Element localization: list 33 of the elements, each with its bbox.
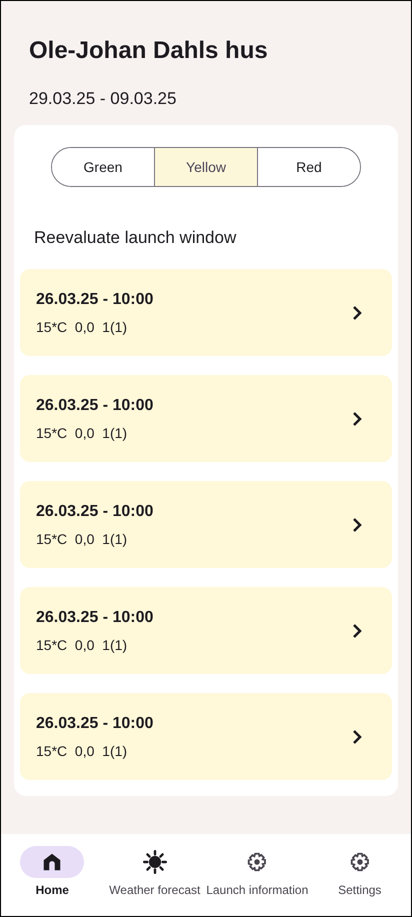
window-details: 15*C 0,0 1(1) [36,742,128,760]
chevron-right-icon [352,624,362,638]
window-datetime: 26.03.25 - 10:00 [36,396,154,416]
date-range: 29.03.25 - 09.03.25 [29,88,178,110]
launch-window-card[interactable]: 26.03.25 - 10:00 15*C 0,0 1(1) [20,587,392,674]
window-details: 15*C 0,0 1(1) [36,530,128,548]
window-details: 15*C 0,0 1(1) [36,424,128,442]
segment-tab[interactable]: Red [257,148,360,186]
page-title: Ole-Johan Dahls hus [29,36,269,66]
nav-item[interactable]: Home [1,846,104,898]
chevron-right-icon [352,730,362,744]
window-datetime: 26.03.25 - 10:00 [36,714,154,734]
launch-window-card[interactable]: 26.03.25 - 10:00 15*C 0,0 1(1) [20,693,392,780]
sun-icon [142,849,168,875]
launch-window-card[interactable]: 26.03.25 - 10:00 15*C 0,0 1(1) [20,269,392,356]
gear-icon [348,851,371,873]
segment-tab[interactable]: Yellow [154,148,257,186]
nav-item[interactable]: Launch information [206,846,308,898]
nav-item[interactable]: Settings [308,846,411,898]
home-icon [41,851,64,873]
chevron-right-icon [352,306,362,320]
window-datetime: 26.03.25 - 10:00 [36,502,154,522]
chevron-right-icon [352,518,362,532]
window-details: 15*C 0,0 1(1) [36,636,128,654]
gear-icon [246,851,268,873]
launch-window-card[interactable]: 26.03.25 - 10:00 15*C 0,0 1(1) [20,481,392,568]
chevron-right-icon [352,412,362,426]
section-title: Reevaluate launch window [34,227,238,249]
nav-item[interactable]: Weather forecast [104,846,206,898]
window-datetime: 26.03.25 - 10:00 [36,290,154,310]
window-details: 15*C 0,0 1(1) [36,318,128,336]
window-datetime: 26.03.25 - 10:00 [36,608,154,628]
launch-window-card[interactable]: 26.03.25 - 10:00 15*C 0,0 1(1) [20,375,392,462]
